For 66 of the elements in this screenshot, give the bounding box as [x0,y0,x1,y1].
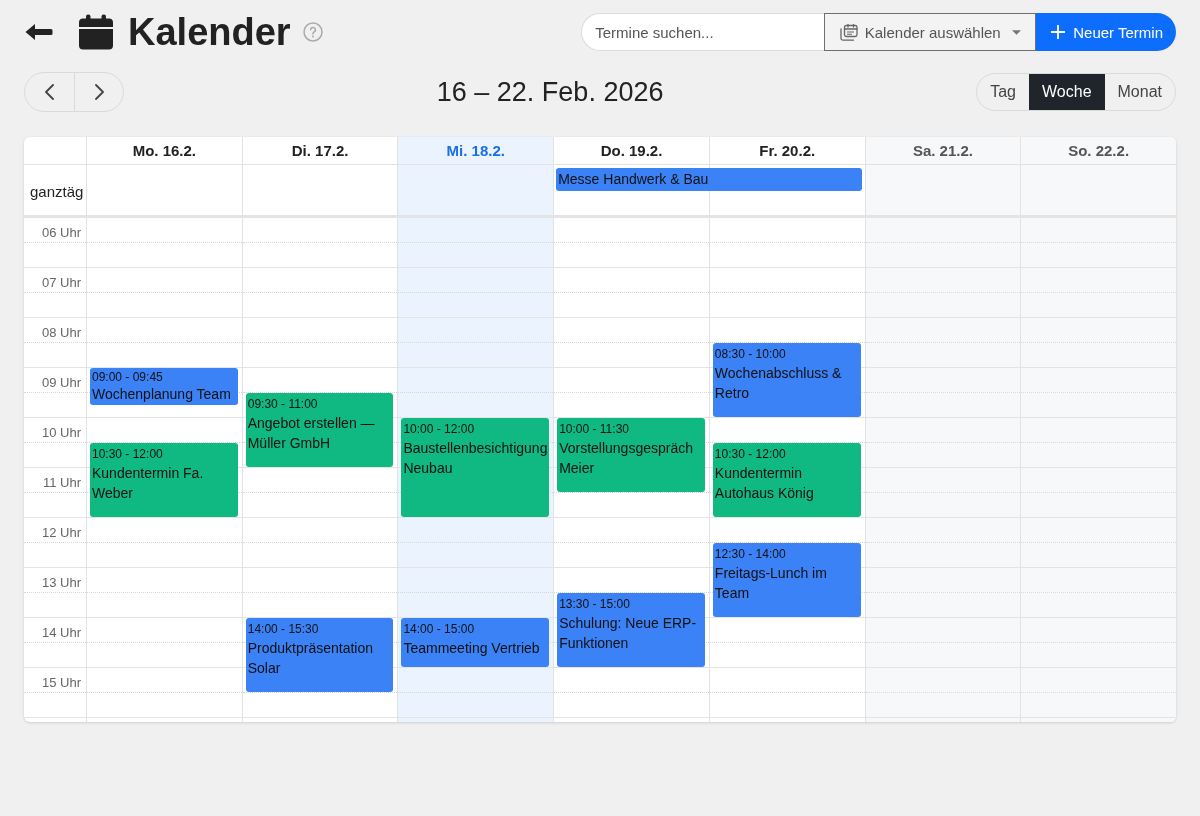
day-header: Mi. 18.2. [397,137,554,164]
time-label: 09 Uhr [41,375,81,390]
caret-icon [1011,29,1021,35]
day-header: Sa. 21.2. [864,137,1021,164]
event-time: 08:30 - 10:00 [714,346,787,363]
event-card[interactable]: 10:00 - 12:00 Baustellenbesichtigung Neubau [401,418,550,517]
event-title: Produktpräsentation Solar [247,639,374,678]
event-card[interactable]: 10:30 - 12:00 Kundentermin Fa. Weber [90,443,238,517]
chevron-right-icon [94,84,104,100]
event-title: Kundentermin Fa. Weber [92,464,205,503]
event-title: Vorstellungsgespräch Meier [559,439,694,478]
new-event-button[interactable]: Neuer Termin [1036,13,1176,51]
event-time: 10:30 - 12:00 [714,446,787,463]
time-label: 07 Uhr [41,275,81,290]
time-label: 12 Uhr [41,525,81,540]
event-time: 14:00 - 15:30 [247,621,320,638]
day-header: Fr. 20.2. [708,137,865,164]
all-day-label: ganztäg [30,183,84,201]
event-title: Kundentermin Autohaus König [714,464,815,503]
time-label: 11 Uhr [42,475,81,490]
event-card[interactable]: 10:00 - 11:30 Vorstellungsgespräch Meier [557,418,705,492]
event-time: 10:30 - 12:00 [92,446,164,463]
event-card[interactable]: 12:30 - 14:00 Freitags-Lunch im Team [712,543,861,617]
time-label: 08 Uhr [41,325,81,340]
all-day-event[interactable]: Messe Handwerk & Bau [556,168,862,191]
time-label: 15 Uhr [41,675,81,690]
back-arrow-icon[interactable] [25,23,53,41]
time-label: 06 Uhr [41,225,81,240]
event-card[interactable]: 13:30 - 15:00 Schulung: Neue ERP-Funktionen [557,593,705,667]
view-tab[interactable]: Woche [1029,74,1105,110]
time-label: 10 Uhr [41,425,81,440]
day-header: Do. 19.2. [553,137,709,164]
event-title: Wochenabschluss & Retro [714,364,843,403]
day-header: Mo. 16.2. [86,137,242,164]
view-tab[interactable]: Monat [1104,74,1175,110]
time-label: 13 Uhr [41,575,81,590]
event-time: 09:00 - 09:45 [92,369,164,385]
event-title: Angebot erstellen — Müller GmbH [247,414,376,453]
day-header: So. 22.2. [1020,137,1176,164]
event-card[interactable]: 10:30 - 12:00 Kundentermin Autohaus König [712,443,861,517]
event-card[interactable]: 14:00 - 15:00 Teammeeting Vertrieb [401,618,550,667]
event-time: 10:00 - 12:00 [403,421,476,438]
plus-icon [1051,25,1066,39]
event-time: 09:30 - 11:00 [247,396,319,413]
view-tab[interactable]: Tag [977,74,1029,110]
event-card[interactable]: 14:00 - 15:30 Produktpräsentation Solar [245,618,394,692]
search-field[interactable]: Termine suchen... [581,13,825,51]
event-title: Wochenplanung Team [92,385,232,404]
event-card[interactable]: 08:30 - 10:00 Wochenabschluss & Retro [712,343,861,417]
event-time: 14:00 - 15:00 [403,621,476,638]
chevron-left-icon [45,84,54,100]
page-title: Kalender [128,10,291,54]
calendars-icon [839,23,858,41]
event-title: Freitags-Lunch im Team [714,564,828,603]
event-time: 13:30 - 15:00 [559,596,631,613]
event-title: Schulung: Neue ERP-Funktionen [559,614,698,653]
calendar-select-dropdown[interactable]: Kalender auswählen [824,13,1037,51]
calendar-icon [78,14,114,50]
event-title: Baustellenbesichtigung Neubau [403,439,549,478]
time-label: 14 Uhr [41,625,81,640]
date-range-title: 16 – 22. Feb. 2026 [436,76,664,109]
event-time: 12:30 - 14:00 [714,546,787,563]
event-card[interactable]: 09:30 - 11:00 Angebot erstellen — Müller GmbH [245,393,394,467]
event-card[interactable]: 09:00 - 09:45 Wochenplanung Team [90,368,238,405]
event-time: 10:00 - 11:30 [559,421,630,438]
event-title: Teammeeting Vertrieb [403,639,541,658]
